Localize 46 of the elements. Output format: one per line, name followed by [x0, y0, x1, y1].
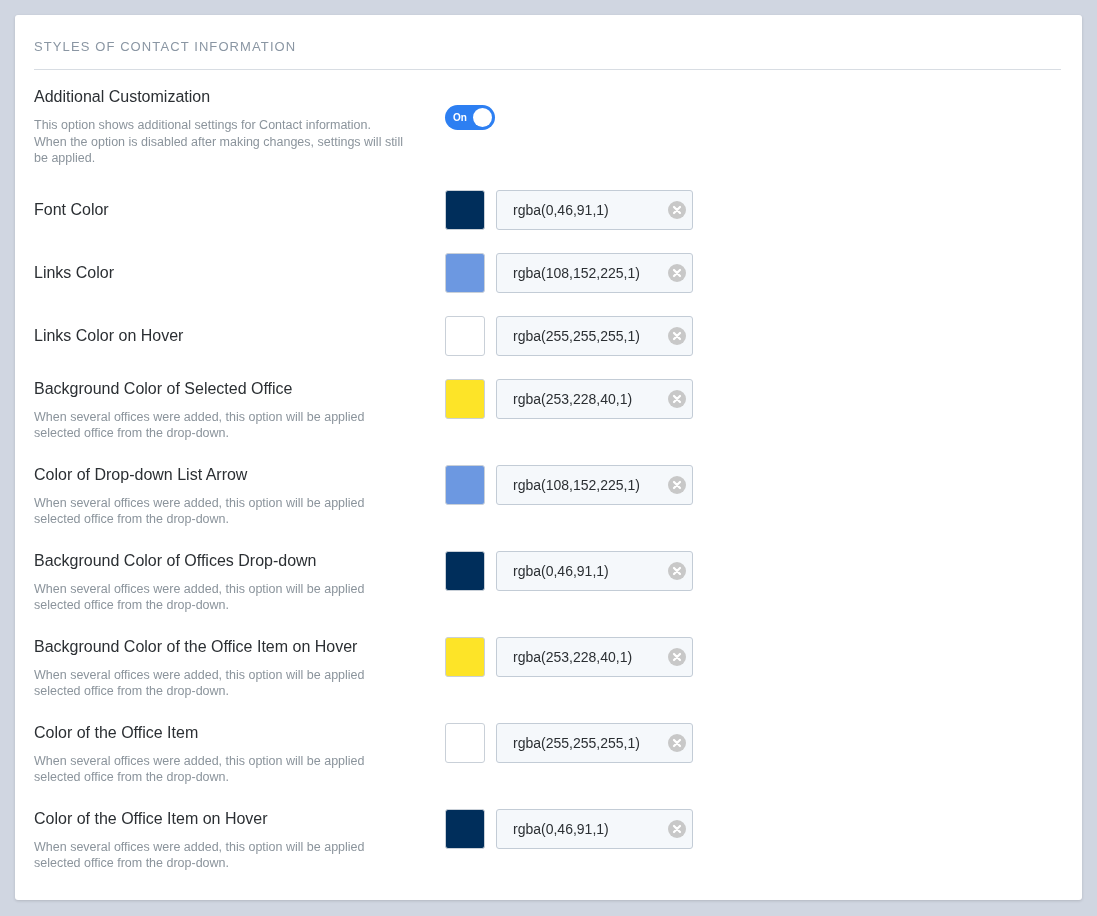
setting-label: Color of the Office Item on Hover — [34, 808, 269, 829]
setting-description: When several offices were added, this option will be applied selected office from the drop-down. — [34, 752, 366, 786]
setting-label: Background Color of the Office Item on Hover — [34, 636, 359, 657]
setting-description: This option shows additional settings for Contact information. When the option is disabled after making changes, settings will still be applied. — [34, 117, 404, 167]
setting-label: Background Color of Selected Office — [34, 378, 294, 399]
setting-description: When several offices were added, this option will be applied selected office from the drop-down. — [34, 408, 366, 442]
color-swatch[interactable] — [445, 722, 485, 763]
setting-label: Links Color on Hover — [34, 325, 185, 346]
setting-label: Links Color — [34, 262, 116, 283]
color-swatch[interactable] — [445, 808, 485, 849]
color-input-field[interactable]: rgba(0,46,91,1) — [496, 808, 693, 849]
color-swatch[interactable] — [445, 315, 485, 356]
color-swatch[interactable] — [445, 252, 485, 293]
clear-icon[interactable] — [668, 819, 686, 838]
color-input-field[interactable]: rgba(255,255,255,1) — [496, 722, 693, 763]
color-input-field[interactable]: rgba(108,152,225,1) — [496, 464, 693, 505]
clear-icon[interactable] — [668, 561, 686, 580]
color-input-field[interactable]: rgba(108,152,225,1) — [496, 252, 693, 293]
setting-label: Font Color — [34, 199, 110, 220]
color-input-field[interactable]: rgba(253,228,40,1) — [496, 636, 693, 677]
setting-description: When several offices were added, this option will be applied selected office from the drop-down. — [34, 494, 366, 528]
setting-label: Background Color of Offices Drop-down — [34, 550, 318, 571]
color-input-field[interactable]: rgba(253,228,40,1) — [496, 378, 693, 419]
clear-icon[interactable] — [668, 200, 686, 219]
color-input-field[interactable]: rgba(0,46,91,1) — [496, 550, 693, 591]
clear-icon[interactable] — [668, 263, 686, 282]
clear-icon[interactable] — [668, 733, 686, 752]
setting-description: When several offices were added, this option will be applied selected office from the drop-down. — [34, 580, 366, 614]
setting-label: Additional Customization — [34, 87, 212, 107]
color-swatch[interactable] — [445, 550, 485, 591]
clear-icon[interactable] — [668, 326, 686, 345]
setting-label: Color of the Office Item — [34, 722, 200, 743]
color-input-field[interactable]: rgba(0,46,91,1) — [496, 189, 693, 230]
color-swatch[interactable] — [445, 189, 485, 230]
clear-icon[interactable] — [668, 475, 686, 494]
color-swatch[interactable] — [445, 464, 485, 505]
setting-description: When several offices were added, this option will be applied selected office from the drop-down. — [34, 838, 366, 872]
color-swatch[interactable] — [445, 636, 485, 677]
toggle-switch[interactable]: On — [445, 105, 495, 130]
color-input-field[interactable]: rgba(255,255,255,1) — [496, 315, 693, 356]
setting-label: Color of Drop-down List Arrow — [34, 464, 249, 485]
section-title: STYLES OF CONTACT INFORMATION — [34, 39, 1061, 70]
clear-icon[interactable] — [668, 389, 686, 408]
clear-icon[interactable] — [668, 647, 686, 666]
setting-description: When several offices were added, this option will be applied selected office from the drop-down. — [34, 666, 366, 700]
color-swatch[interactable] — [445, 378, 485, 419]
